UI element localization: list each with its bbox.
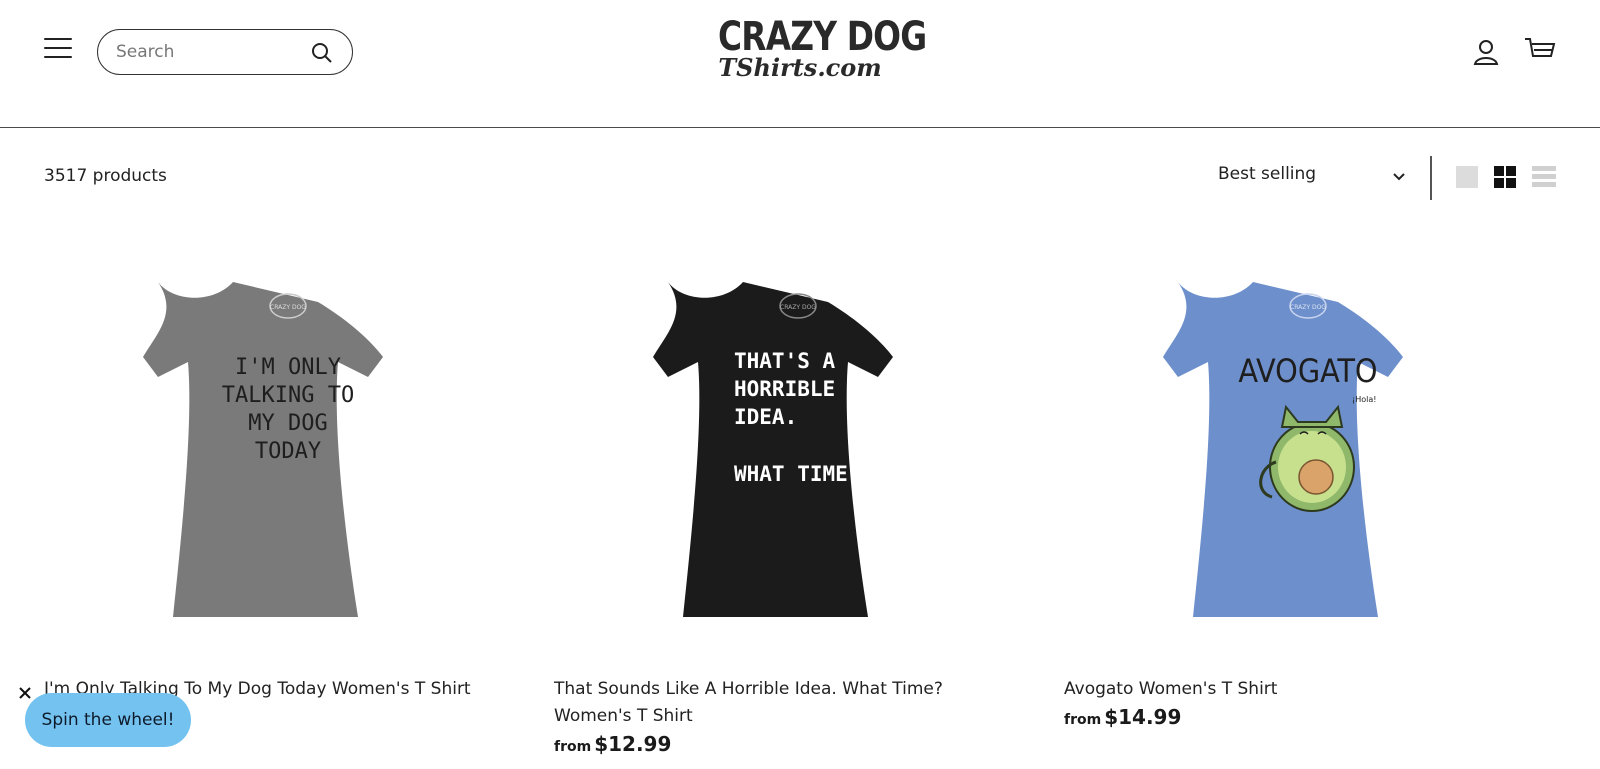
shirt-print-line: AVOGATO <box>1238 352 1377 390</box>
shirt-print-line: TALKING TO <box>222 383 354 408</box>
price-prefix: from <box>1064 712 1102 728</box>
search-bar[interactable] <box>97 29 353 75</box>
product-title[interactable]: That Sounds Like A Horrible Idea. What T… <box>554 676 994 730</box>
product-image[interactable]: CRAZY DOG I'M ONLY TALKING TO MY DOG TOD… <box>44 262 534 642</box>
shirt-print-line: TODAY <box>255 439 321 464</box>
close-icon[interactable] <box>16 684 34 702</box>
search-input[interactable] <box>116 40 306 64</box>
tshirt-body <box>653 282 893 617</box>
product-count: 3517 products <box>44 166 167 186</box>
price-prefix: from <box>554 739 592 755</box>
product-card[interactable]: CRAZY DOG THAT'S A HORRIBLE IDEA. WHAT T… <box>554 262 1044 756</box>
hamburger-menu-icon[interactable] <box>44 38 72 62</box>
product-image[interactable]: CRAZY DOG THAT'S A HORRIBLE IDEA. WHAT T… <box>554 262 1044 642</box>
brand-tag-text: CRAZY DOG <box>270 304 306 311</box>
list-view-icon[interactable] <box>1532 166 1556 188</box>
shirt-print-line: WHAT TIME? <box>734 462 860 486</box>
product-image[interactable]: CRAZY DOG AVOGATO ¡Hola! <box>1064 262 1554 642</box>
brand-tag-text: CRAZY DOG <box>1290 304 1326 311</box>
account-icon[interactable] <box>1472 38 1500 66</box>
shirt-print-line: HORRIBLE <box>734 377 835 401</box>
product-card[interactable]: CRAZY DOG I'M ONLY TALKING TO MY DOG TOD… <box>44 262 534 699</box>
search-icon[interactable] <box>310 41 334 65</box>
chevron-down-icon <box>1393 173 1405 181</box>
spin-the-wheel-button[interactable]: Spin the wheel! <box>25 693 191 747</box>
tshirt-image: CRAZY DOG AVOGATO ¡Hola! <box>1163 282 1403 617</box>
product-title[interactable]: Avogato Women's T Shirt <box>1064 676 1504 703</box>
product-price: from $12.99 <box>554 732 671 756</box>
product-card[interactable]: CRAZY DOG AVOGATO ¡Hola! Avogato Women's… <box>1064 262 1554 729</box>
product-price: from $14.99 <box>1064 705 1181 729</box>
price-amount: $14.99 <box>1104 705 1182 729</box>
shirt-print-line: MY DOG <box>248 411 327 436</box>
logo-wordmark: CRAZY DOG <box>718 14 927 60</box>
large-grid-view-icon[interactable] <box>1456 166 1478 188</box>
site-logo[interactable]: CRAZY DOG TShirts.com <box>700 14 927 88</box>
tshirt-image: CRAZY DOG THAT'S A HORRIBLE IDEA. WHAT T… <box>653 282 893 617</box>
sort-dropdown[interactable]: Best selling <box>1218 164 1408 192</box>
price-amount: $12.99 <box>594 732 672 756</box>
shirt-print-line: I'M ONLY <box>235 355 341 380</box>
shirt-print-line: IDEA. <box>734 405 797 429</box>
toolbar-divider <box>1430 156 1432 200</box>
grid-view-icon[interactable] <box>1494 166 1516 188</box>
sort-selected-label: Best selling <box>1218 164 1317 184</box>
site-header: CRAZY DOG TShirts.com <box>0 0 1600 128</box>
speech-bubble-text: ¡Hola! <box>1352 395 1376 404</box>
tshirt-image: CRAZY DOG I'M ONLY TALKING TO MY DOG TOD… <box>143 282 383 617</box>
cart-icon[interactable] <box>1524 36 1556 66</box>
brand-tag-text: CRAZY DOG <box>780 304 816 311</box>
shirt-print-line: THAT'S A <box>734 349 836 373</box>
